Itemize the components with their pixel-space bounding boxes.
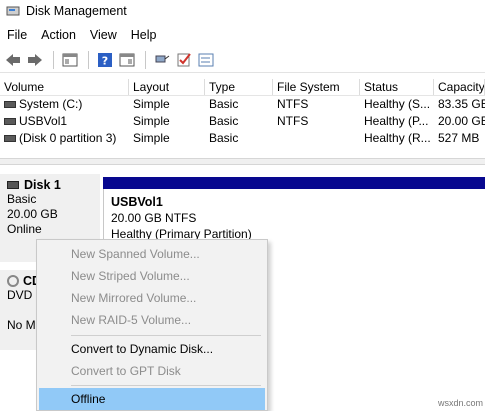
volume-capacity: 527 MB [438, 131, 480, 145]
drive-icon [4, 118, 16, 125]
volume-list-header: Volume Layout Type File System Status Ca… [0, 79, 485, 96]
menu-view[interactable]: View [83, 28, 124, 42]
disk-state: Online [7, 222, 42, 236]
disk-name: Disk 1 [24, 178, 61, 192]
volume-file-system: NTFS [277, 114, 309, 128]
volume-layout: Simple [133, 131, 170, 145]
menu-bar: File Action View Help [0, 24, 485, 46]
partition-size-fs: 20.00 GB NTFS [111, 211, 197, 225]
svg-text:?: ? [102, 54, 108, 67]
toolbar-separator [145, 50, 146, 69]
connect-icon[interactable] [152, 50, 172, 70]
cd-rom-label[interactable]: CD DVD ( No M [0, 270, 41, 350]
drive-icon [4, 135, 16, 142]
volume-status: Healthy (S... [364, 97, 431, 111]
column-header-type[interactable]: Type [205, 79, 273, 95]
column-header-capacity[interactable]: Capacity [434, 79, 485, 95]
table-row[interactable]: System (C:) Simple Basic NTFS Healthy (S… [0, 96, 485, 113]
menu-help[interactable]: Help [124, 28, 164, 42]
table-row[interactable]: USBVol1 Simple Basic NTFS Healthy (P... … [0, 113, 485, 130]
disk-icon [7, 181, 19, 189]
toolbar-separator [53, 50, 54, 69]
volume-name: (Disk 0 partition 3) [19, 131, 117, 145]
volume-type: Basic [209, 131, 239, 145]
disk-type: Basic [7, 192, 37, 206]
back-icon[interactable] [3, 50, 23, 70]
help-icon[interactable]: ? [95, 50, 115, 70]
menu-separator [71, 385, 261, 386]
window-title: Disk Management [26, 4, 127, 18]
menu-item-convert-to-gpt-disk[interactable]: Convert to GPT Disk [37, 360, 267, 382]
checkmark-icon[interactable] [174, 50, 194, 70]
menu-item-new-mirrored-volume[interactable]: New Mirrored Volume... [37, 287, 267, 309]
console-tree-icon[interactable] [60, 50, 80, 70]
volume-layout: Simple [133, 114, 170, 128]
volume-status: Healthy (R... [364, 131, 431, 145]
column-header-file-system[interactable]: File System [273, 79, 360, 95]
toolbar-separator [88, 50, 89, 69]
volume-capacity: 83.35 GB [438, 97, 485, 111]
show-hide-icon[interactable] [117, 50, 137, 70]
partition-name: USBVol1 [111, 195, 163, 209]
menu-action[interactable]: Action [34, 28, 83, 42]
disk-size: 20.00 GB [7, 207, 58, 221]
volume-layout: Simple [133, 97, 170, 111]
properties-icon[interactable] [196, 50, 216, 70]
column-header-status[interactable]: Status [360, 79, 434, 95]
drive-icon [4, 101, 16, 108]
menu-item-new-spanned-volume[interactable]: New Spanned Volume... [37, 243, 267, 265]
volume-file-system: NTFS [277, 97, 309, 111]
table-row[interactable]: (Disk 0 partition 3) Simple Basic Health… [0, 130, 485, 147]
pane-splitter[interactable] [0, 158, 485, 165]
disk-management-icon [6, 6, 20, 16]
cd-icon [7, 275, 19, 287]
forward-icon[interactable] [25, 50, 45, 70]
volume-type: Basic [209, 114, 239, 128]
column-header-layout[interactable]: Layout [129, 79, 205, 95]
volume-status: Healthy (P... [364, 114, 429, 128]
volume-bar [103, 177, 485, 189]
menu-item-new-raid5-volume[interactable]: New RAID-5 Volume... [37, 309, 267, 331]
title-bar: Disk Management [0, 0, 485, 22]
volume-name: System (C:) [19, 97, 83, 111]
menu-separator [71, 335, 261, 336]
volume-file-system [273, 130, 360, 147]
volume-name: USBVol1 [19, 114, 68, 128]
watermark: wsxdn.com [438, 398, 484, 408]
column-header-volume[interactable]: Volume [0, 79, 129, 95]
menu-item-new-striped-volume[interactable]: New Striped Volume... [37, 265, 267, 287]
volume-capacity: 20.00 GB [438, 114, 485, 128]
volume-type: Basic [209, 97, 239, 111]
menu-file[interactable]: File [0, 28, 34, 42]
menu-item-convert-to-dynamic-disk[interactable]: Convert to Dynamic Disk... [37, 338, 267, 360]
context-menu: New Spanned Volume... New Striped Volume… [36, 239, 268, 411]
volume-list: Volume Layout Type File System Status Ca… [0, 79, 485, 147]
menu-item-offline[interactable]: Offline [39, 388, 265, 410]
toolbar: ? [0, 47, 485, 73]
